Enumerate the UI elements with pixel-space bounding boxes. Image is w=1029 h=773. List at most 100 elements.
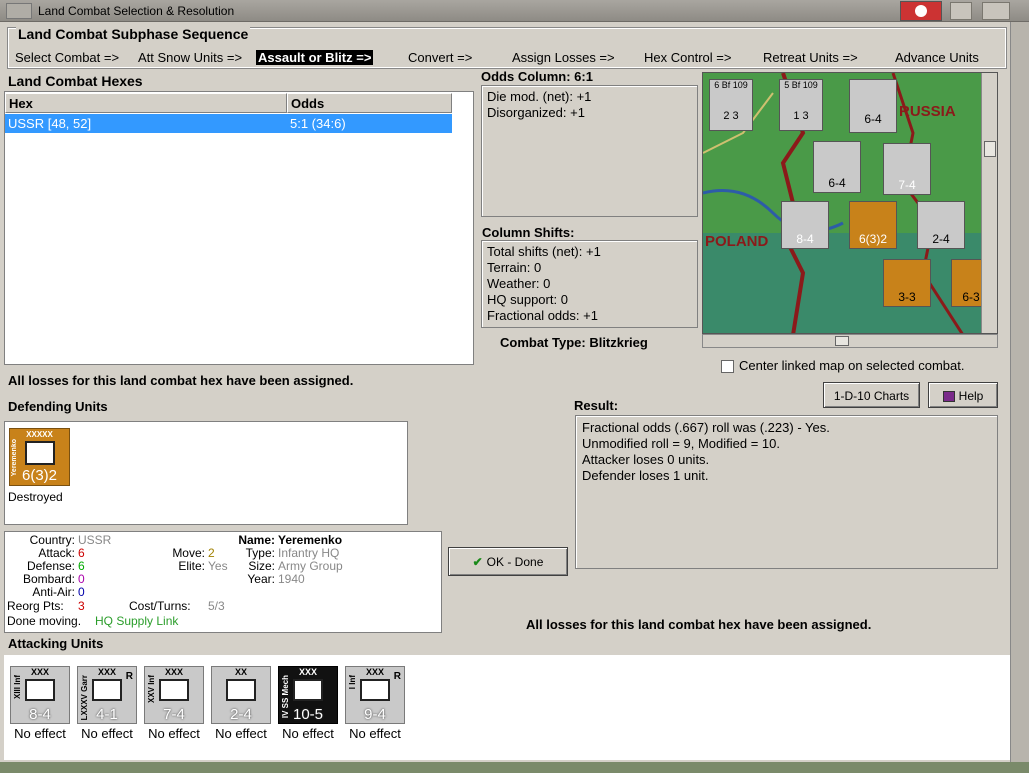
attacking-title: Attacking Units (8, 636, 104, 651)
reserve-marker: R (393, 671, 401, 682)
help-label: Help (958, 389, 984, 403)
ok-done-button[interactable]: ✔ OK - Done (448, 547, 568, 576)
help-book-icon (942, 391, 955, 403)
shift-line: Total shifts (net): +1 (487, 244, 601, 259)
flag-icon (900, 1, 942, 21)
air-counter[interactable]: 6 Bf 109 2 3 (709, 79, 753, 131)
seq-step-advance: Advance Units (895, 50, 979, 65)
year-value: 1940 (278, 572, 305, 586)
center-map-checkbox[interactable] (721, 360, 734, 373)
center-map-label: Center linked map on selected combat. (739, 358, 965, 373)
attacking-unit-counter[interactable]: XXX XIII Inf 8-4 (10, 666, 70, 724)
map-counter-value: 6-4 (864, 112, 882, 126)
map-counter[interactable]: 7-4 (883, 143, 931, 195)
shift-line: Fractional odds: +1 (487, 308, 598, 323)
map-vscroll-thumb[interactable] (984, 141, 996, 157)
unit-result: No effect (215, 726, 267, 741)
odds-line: Disorganized: +1 (487, 105, 585, 120)
result-line: Unmodified roll = 9, Modified = 10. (582, 436, 780, 451)
map-counter-value: 2-4 (932, 232, 950, 246)
reorg-label: Reorg Pts: (7, 599, 64, 613)
window-icon (6, 3, 32, 19)
charts-button[interactable]: 1-D-10 Charts (823, 382, 920, 408)
air-counter-top: 5 Bf 109 (784, 80, 818, 90)
map-counter-value: 8-4 (796, 232, 814, 246)
hexes-col-hex[interactable]: Hex (5, 93, 287, 113)
seq-step-select-combat: Select Combat => (15, 50, 120, 65)
elite-label: Elite: (178, 559, 205, 573)
done-moving: Done moving. (7, 614, 82, 628)
unit-result: No effect (14, 726, 66, 741)
infantry-symbol-icon (159, 679, 189, 701)
combat-type: Combat Type: Blitzkrieg (500, 335, 648, 350)
mech-symbol-icon (293, 679, 323, 701)
air-counter-bottom: 1 3 (793, 110, 809, 122)
map-vscrollbar[interactable] (981, 73, 997, 333)
unit-designation: I Inf (348, 675, 357, 690)
year-label: Year: (247, 572, 275, 586)
odds-title: Odds Column: 6:1 (481, 69, 593, 84)
odds-cell: 5:1 (34:6) (290, 116, 346, 131)
map-counter[interactable]: 6-4 (813, 141, 861, 193)
result-panel: Fractional odds (.667) roll was (.223) -… (575, 415, 998, 569)
map-counter[interactable]: 6-4 (849, 79, 897, 133)
map-label-poland: POLAND (705, 233, 769, 250)
map-hscrollbar[interactable] (702, 334, 998, 348)
map-counter[interactable]: 6(3)2 (849, 201, 897, 249)
map-counter[interactable]: 8-4 (781, 201, 829, 249)
garrison-symbol-icon (92, 679, 122, 701)
seq-step-convert: Convert => (408, 50, 473, 65)
unit-designation: XXV Inf (147, 675, 156, 704)
map-counter-value: 3-3 (898, 290, 916, 304)
result-line: Fractional odds (.667) roll was (.223) -… (582, 420, 830, 435)
reorg-value: 3 (78, 599, 85, 613)
table-row[interactable]: USSR [48, 52] 5:1 (34:6) (5, 114, 452, 133)
unit-value: 4-1 (96, 706, 118, 723)
map-hscroll-thumb[interactable] (835, 336, 849, 346)
seq-step-assault-blitz: Assault or Blitz => (256, 50, 374, 65)
attacking-unit-counter[interactable]: XXX I Inf R 9-4 (345, 666, 405, 724)
attacking-unit-counter[interactable]: XXX XXV Inf 7-4 (144, 666, 204, 724)
infantry-symbol-icon (360, 679, 390, 701)
antiair-value: 0 (78, 585, 85, 599)
unit-result: No effect (282, 726, 334, 741)
seq-step-hex-control: Hex Control => (644, 50, 732, 65)
map-counter[interactable]: 2-4 (917, 201, 965, 249)
underlying-map-strip (0, 762, 1029, 773)
air-counter-top: 6 Bf 109 (714, 80, 748, 90)
map-counter-value: 6-4 (828, 176, 846, 190)
window-title: Land Combat Selection & Resolution (38, 4, 235, 18)
odds-panel: Die mod. (net): +1 Disorganized: +1 (481, 85, 698, 217)
hexes-title: Land Combat Hexes (8, 73, 143, 89)
map-counter-value: 7-4 (898, 178, 916, 192)
map-counter[interactable]: 3-3 (883, 259, 931, 307)
help-button[interactable]: Help (928, 382, 998, 408)
hexes-col-odds[interactable]: Odds (287, 93, 452, 113)
mini-map[interactable]: RUSSIA POLAND 6 Bf 109 2 3 5 Bf 109 1 3 6-… (702, 72, 998, 334)
checkmark-icon: ✔ (472, 555, 483, 569)
unit-result: No effect (81, 726, 133, 741)
seq-step-att-snow: Att Snow Units => (138, 50, 243, 65)
result-title: Result: (574, 398, 619, 413)
unit-size: XX (234, 667, 247, 677)
reserve-marker: R (125, 671, 133, 682)
seq-step-assign-losses: Assign Losses => (512, 50, 615, 65)
air-counter[interactable]: 5 Bf 109 1 3 (779, 79, 823, 131)
unit-info-panel: Country: Attack: Defense: Bombard: Anti-… (4, 531, 442, 633)
attacking-unit-counter[interactable]: XXX LXXXV Garr R 4-1 (77, 666, 137, 724)
defending-title: Defending Units (8, 399, 108, 414)
seq-step-retreat: Retreat Units => (763, 50, 858, 65)
defending-unit-size: XXXXX (26, 430, 53, 439)
map-counter-value: 6(3)2 (858, 232, 887, 246)
close-button[interactable] (982, 2, 1010, 20)
attacking-unit-counter[interactable]: XX 2-4 (211, 666, 271, 724)
supply-status: HQ Supply Link (95, 614, 179, 628)
losses-message-top: All losses for this land combat hex have… (8, 373, 354, 388)
window-frame (1010, 22, 1029, 773)
attacking-unit-counter[interactable]: XXX IV SS Mech 10-5 (278, 666, 338, 724)
minimize-button[interactable] (950, 2, 972, 20)
infantry-symbol-icon (25, 679, 55, 701)
defending-unit-counter[interactable]: XXXXX Yeremenko 6(3)2 (9, 428, 70, 486)
hex-cell: USSR [48, 52] (8, 116, 92, 131)
unit-designation: XIII Inf (13, 675, 22, 699)
